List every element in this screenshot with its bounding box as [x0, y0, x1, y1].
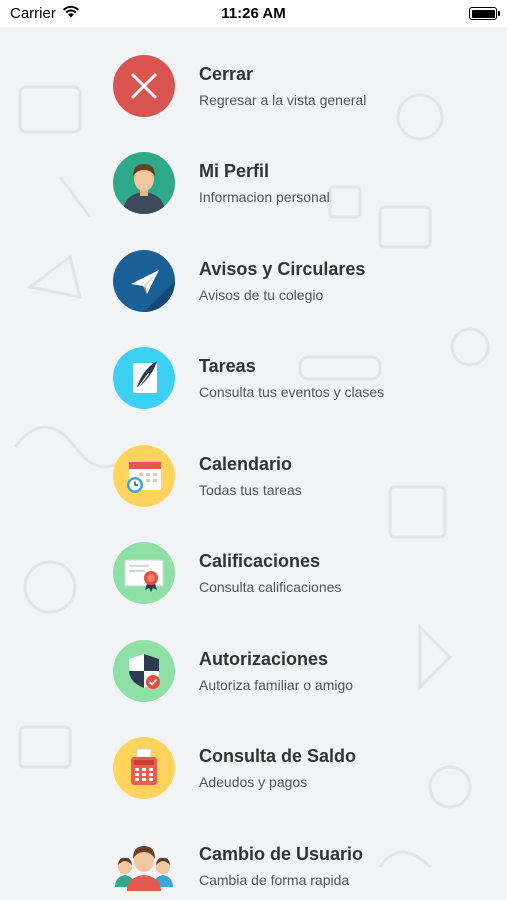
menu-item-consulta-saldo[interactable]: Consulta de Saldo Adeudos y pagos	[113, 736, 493, 800]
menu-item-autorizaciones[interactable]: Autorizaciones Autoriza familiar o amigo	[113, 639, 493, 703]
status-bar: Carrier 11:26 AM	[0, 0, 507, 27]
menu-item-title: Cerrar	[199, 64, 254, 84]
carrier-label: Carrier	[10, 5, 56, 22]
menu-item-subtitle: Regresar a la vista general	[199, 92, 367, 108]
menu-item-avisos[interactable]: Avisos y Circulares Avisos de tu colegio	[113, 249, 493, 313]
menu-item-title: Avisos y Circulares	[199, 259, 366, 279]
menu-item-subtitle: Adeudos y pagos	[199, 774, 308, 790]
menu-item-subtitle: Autoriza familiar o amigo	[199, 677, 354, 693]
menu-item-title: Autorizaciones	[199, 649, 329, 669]
menu-item-subtitle: Consulta tus eventos y clases	[199, 384, 385, 400]
wifi-icon	[62, 5, 80, 22]
menu-item-title: Calendario	[199, 454, 293, 474]
menu-item-cambio-usuario[interactable]: Cambio de Usuario Cambia de forma rapida	[113, 834, 493, 898]
calendar-clock-icon	[113, 445, 175, 507]
menu-item-title: Tareas	[199, 356, 256, 376]
menu-item-mi-perfil[interactable]: Mi Perfil Informacion personal	[113, 151, 493, 215]
menu-item-calendario[interactable]: Calendario Todas tus tareas	[113, 444, 493, 508]
shield-check-icon	[113, 640, 175, 702]
certificate-icon	[113, 542, 175, 604]
battery-icon	[469, 7, 500, 20]
feather-note-icon	[113, 347, 175, 409]
menu-item-subtitle: Avisos de tu colegio	[199, 287, 324, 303]
users-icon	[113, 835, 175, 897]
menu-item-cerrar[interactable]: Cerrar Regresar a la vista general	[113, 54, 493, 118]
menu-item-calificaciones[interactable]: Calificaciones Consulta calificaciones	[113, 541, 493, 605]
menu-item-subtitle: Informacion personal	[199, 189, 330, 205]
menu-item-title: Mi Perfil	[199, 161, 270, 181]
menu-item-subtitle: Consulta calificaciones	[199, 579, 342, 595]
menu-item-subtitle: Todas tus tareas	[199, 482, 302, 498]
menu-item-subtitle: Cambia de forma rapida	[199, 872, 350, 888]
profile-icon	[113, 152, 175, 214]
menu-item-title: Calificaciones	[199, 551, 321, 571]
status-left: Carrier	[10, 5, 80, 22]
menu-item-title: Consulta de Saldo	[199, 746, 357, 766]
menu-item-title: Cambio de Usuario	[199, 844, 364, 864]
cash-register-icon	[113, 737, 175, 799]
paper-plane-icon	[113, 250, 175, 312]
menu-item-tareas[interactable]: Tareas Consulta tus eventos y clases	[113, 346, 493, 410]
close-icon	[113, 55, 175, 117]
